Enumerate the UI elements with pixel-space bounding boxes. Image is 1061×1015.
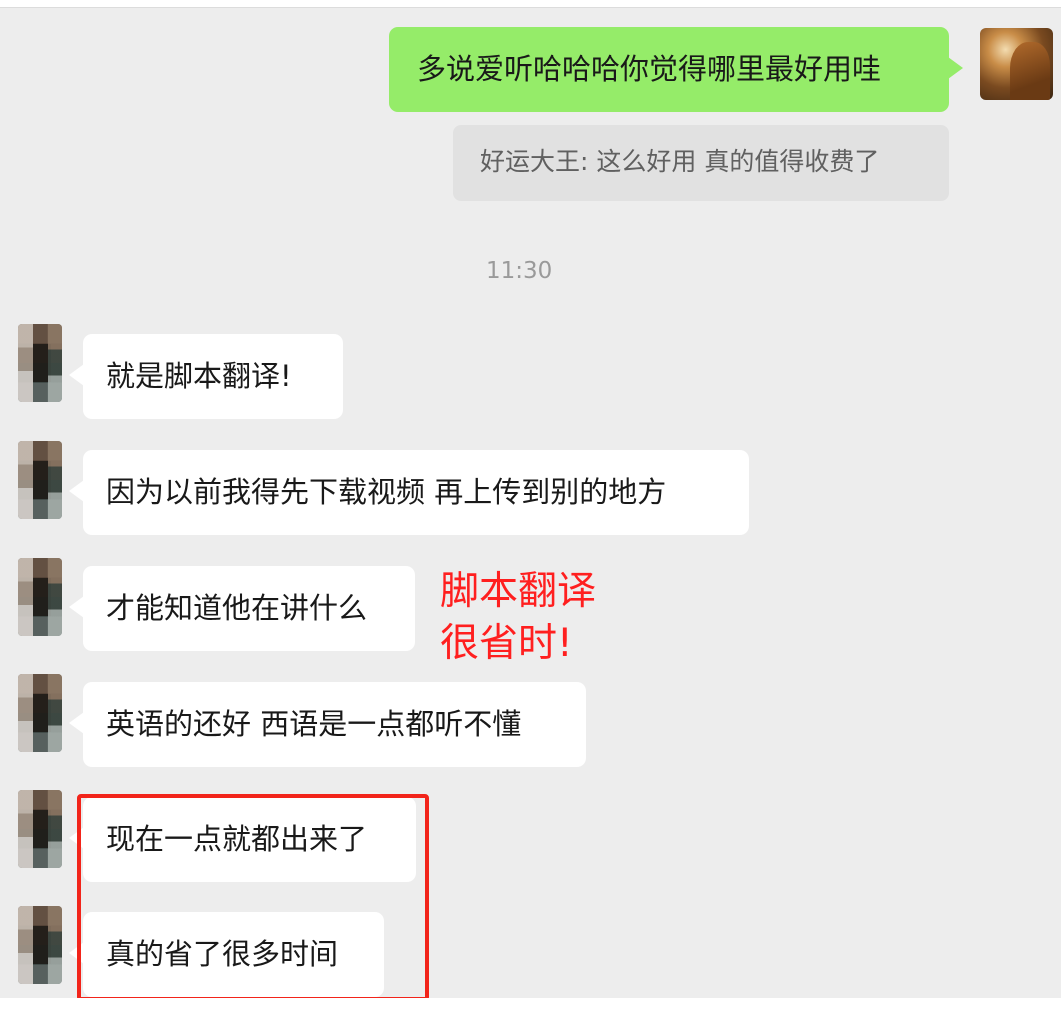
avatar-pixel <box>48 674 62 752</box>
red-annotation: 脚本翻译 很省时! <box>440 566 596 670</box>
incoming-message-bubble[interactable]: 真的省了很多时间 <box>69 912 384 997</box>
contact-avatar[interactable] <box>18 674 62 752</box>
incoming-message-text: 就是脚本翻译! <box>106 359 292 393</box>
incoming-message-text: 因为以前我得先下载视频 再上传到别的地方 <box>106 475 667 509</box>
avatar-pixel <box>18 906 33 984</box>
avatar-pixel <box>18 674 33 752</box>
window-top-divider <box>0 0 1061 8</box>
incoming-message-text: 才能知道他在讲什么 <box>106 591 368 625</box>
chat-history[interactable]: 多说爱听哈哈哈你觉得哪里最好用哇 好运大王: 这么好用 真的值得收费了 11:3… <box>0 8 1061 998</box>
incoming-message-bubble[interactable]: 现在一点就都出来了 <box>69 797 416 882</box>
contact-avatar[interactable] <box>18 906 62 984</box>
incoming-message-text: 真的省了很多时间 <box>106 937 339 971</box>
incoming-message-bubble[interactable]: 因为以前我得先下载视频 再上传到别的地方 <box>69 450 749 535</box>
avatar-pixel <box>48 790 62 868</box>
quoted-reply[interactable]: 好运大王: 这么好用 真的值得收费了 <box>453 125 949 201</box>
contact-avatar[interactable] <box>18 441 62 519</box>
contact-avatar[interactable] <box>18 558 62 636</box>
avatar-pixel <box>18 558 33 636</box>
outgoing-message-bubble[interactable]: 多说爱听哈哈哈你觉得哪里最好用哇 <box>389 27 963 112</box>
annotation-line-2: 很省时! <box>440 621 573 666</box>
contact-avatar[interactable] <box>18 324 62 402</box>
incoming-message-text: 英语的还好 西语是一点都听不懂 <box>106 707 522 741</box>
avatar-image <box>1010 42 1050 100</box>
incoming-message-bubble[interactable]: 才能知道他在讲什么 <box>69 566 415 651</box>
message-timestamp: 11:30 <box>486 258 553 284</box>
incoming-message-bubble[interactable]: 就是脚本翻译! <box>69 334 343 419</box>
annotation-line-1: 脚本翻译 <box>440 569 597 614</box>
avatar-pixel <box>48 558 62 636</box>
avatar-pixel <box>48 906 62 984</box>
incoming-message-bubble[interactable]: 英语的还好 西语是一点都听不懂 <box>69 682 586 767</box>
outgoing-message-text: 多说爱听哈哈哈你觉得哪里最好用哇 <box>417 52 882 86</box>
self-avatar[interactable] <box>980 28 1053 100</box>
avatar-pixel <box>18 324 33 402</box>
avatar-pixel <box>18 441 33 519</box>
avatar-pixel <box>48 441 62 519</box>
avatar-pixel <box>18 790 33 868</box>
avatar-pixel <box>48 324 62 402</box>
contact-avatar[interactable] <box>18 790 62 868</box>
incoming-message-text: 现在一点就都出来了 <box>106 822 368 856</box>
